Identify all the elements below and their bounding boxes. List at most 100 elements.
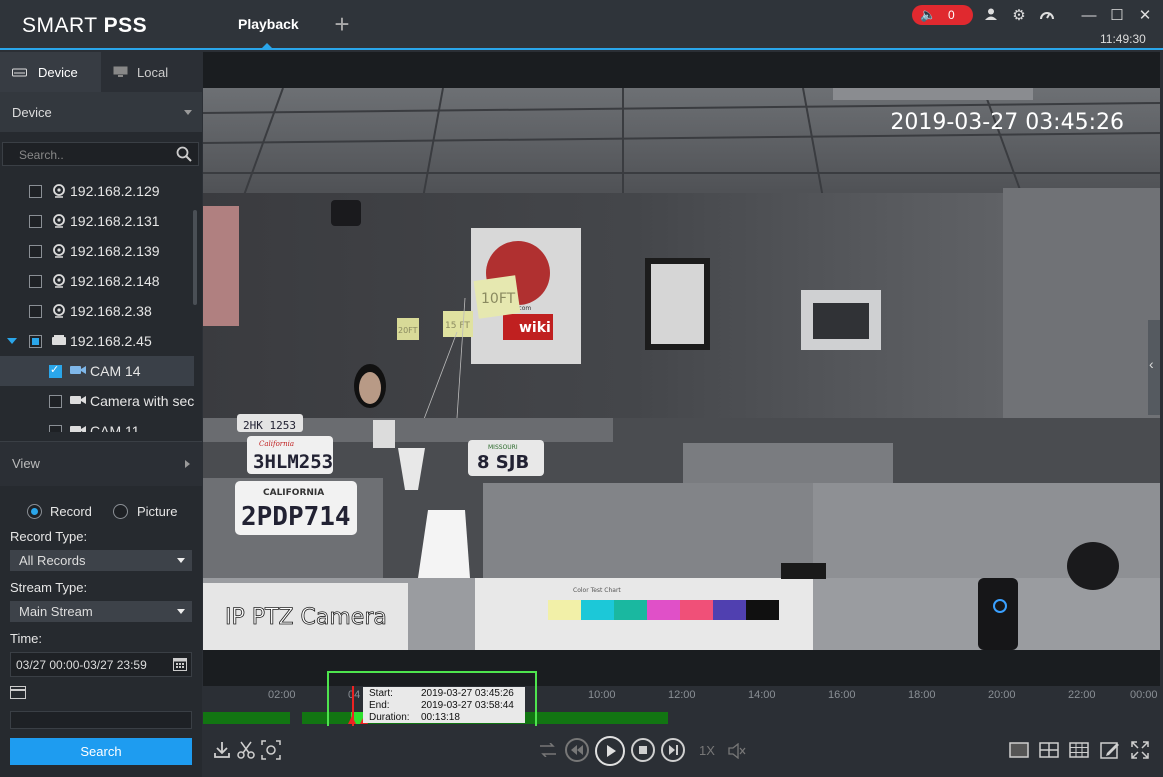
tree-item-channel[interactable]: CAM 14 [0,356,194,386]
tree-scrollbar[interactable] [193,210,197,305]
view-section-toggle[interactable]: View [0,441,202,486]
tree-item[interactable]: 192.168.2.148 [0,266,194,296]
tooltip-end-label: End: [369,700,390,711]
user-icon[interactable] [982,7,1000,25]
timeline-tick: 20:00 [988,689,1016,701]
stream-type-label: Stream Type: [10,580,88,595]
collapse-panel-handle[interactable] [1148,320,1160,415]
device-tree: 192.168.2.129 192.168.2.131 192.168.2.13… [0,176,202,432]
tree-item-label: 192.168.2.131 [70,213,160,229]
checkbox[interactable] [29,305,42,318]
tab-local-label: Local [137,65,169,80]
checkbox[interactable] [29,245,42,258]
close-icon[interactable]: ✕ [1136,7,1154,25]
device-dropdown[interactable]: Device [0,92,202,132]
tree-item[interactable]: 192.168.2.131 [0,206,194,236]
mute-icon[interactable] [728,743,746,759]
tab-playback[interactable]: Playback [224,0,310,48]
tooltip-duration-label: Duration: [369,712,410,723]
record-type-select[interactable]: All Records [10,550,192,571]
layout-nine-icon[interactable] [1069,742,1089,758]
sync-play-icon[interactable] [539,743,557,757]
tab-device[interactable]: Device [0,52,101,92]
video-camera-icon [70,396,86,404]
ipc-camera-icon [53,304,65,318]
time-label: Time: [10,631,43,646]
tree-item[interactable]: 192.168.2.129 [0,176,194,206]
camera-name-overlay: IP PTZ Camera [225,605,387,630]
play-button[interactable] [595,736,625,766]
app-logo: SMART PSS [22,14,148,37]
tab-local[interactable]: Local [101,52,202,92]
plate-number-1: 3HLM253 [253,451,333,473]
maximize-icon[interactable]: ☐ [1108,7,1126,25]
alarm-count: 0 [948,8,955,22]
minimize-icon[interactable]: — [1080,7,1098,25]
ipc-camera-icon [53,244,65,258]
timeline-tick: 12:00 [668,689,696,701]
next-frame-button[interactable] [661,738,685,762]
tab-playback-label: Playback [238,16,299,32]
video-player[interactable]: wiki dahuawiki.com 10FT 15 FT 20FT Calif… [203,88,1160,650]
checkbox[interactable] [29,215,42,228]
checkbox[interactable] [49,425,62,432]
playback-speed[interactable]: 1X [699,743,715,758]
timeline-tick: 02:00 [268,689,296,701]
stop-button[interactable] [631,738,655,762]
card-number-input[interactable] [10,711,192,729]
rewind-button[interactable] [565,738,589,762]
video-top-bar [203,52,1160,88]
sign-15ft: 15 FT [445,321,470,331]
performance-gauge-icon[interactable] [1038,7,1056,25]
record-type-label: Record Type: [10,529,88,544]
radio-record[interactable] [27,504,42,519]
time-range-field[interactable]: 03/27 00:00-03/27 23:59 [10,652,192,677]
alarm-badge[interactable]: 🔈 0 [912,5,973,25]
zoom-snapshot-icon[interactable] [261,740,281,760]
layout-single-icon[interactable] [1009,742,1029,758]
stream-type-select[interactable]: Main Stream [10,601,192,622]
video-camera-icon [70,426,86,432]
next-frame-icon [669,745,678,755]
layout-quad-icon[interactable] [1039,742,1059,758]
sign-10ft: 10FT [481,291,516,307]
plate-state-3: MISSOURI [488,444,518,451]
tree-item-channel[interactable]: Camera with sec [0,386,194,416]
tree-item-label: 192.168.2.45 [70,333,152,349]
checkbox[interactable] [29,335,42,348]
checkbox[interactable] [49,363,62,378]
device-search-box [2,142,199,166]
playback-video-frame: wiki dahuawiki.com 10FT 15 FT 20FT Calif… [203,88,1160,650]
scissors-icon[interactable] [237,741,255,759]
tree-item-label: 192.168.2.139 [70,243,160,259]
device-search-input[interactable] [17,146,171,164]
search-button[interactable]: Search [10,738,192,765]
fullscreen-icon[interactable] [1131,741,1149,759]
tree-item-nvr[interactable]: 192.168.2.45 [0,326,194,356]
download-icon[interactable] [213,741,231,759]
calendar-icon[interactable] [173,657,187,671]
time-range-value: 03/27 00:00-03/27 23:59 [16,658,147,672]
checkbox[interactable] [49,395,62,408]
tree-item-label: 192.168.2.129 [70,183,160,199]
checkbox[interactable] [29,275,42,288]
add-tab-button[interactable]: + [330,11,354,37]
ipc-camera-icon [53,214,65,228]
tree-item-label: 192.168.2.38 [70,303,152,319]
checkbox[interactable] [29,185,42,198]
expand-caret-icon[interactable] [7,338,17,344]
tree-item[interactable]: 192.168.2.139 [0,236,194,266]
radio-picture[interactable] [113,504,128,519]
plate-state-1: California [259,440,294,448]
active-tab-indicator [262,43,272,48]
tab-device-label: Device [38,65,78,80]
gear-icon[interactable]: ⚙ [1010,7,1028,25]
record-segment[interactable] [203,712,290,724]
sign-20ft: 20FT [398,326,418,335]
edit-layout-icon[interactable] [1100,741,1120,759]
tree-item-channel[interactable]: CAM 11 [0,416,194,432]
tree-item[interactable]: 192.168.2.38 [0,296,194,326]
timeline-tick: 22:00 [1068,689,1096,701]
video-camera-icon [70,366,86,374]
search-icon[interactable] [176,146,192,162]
